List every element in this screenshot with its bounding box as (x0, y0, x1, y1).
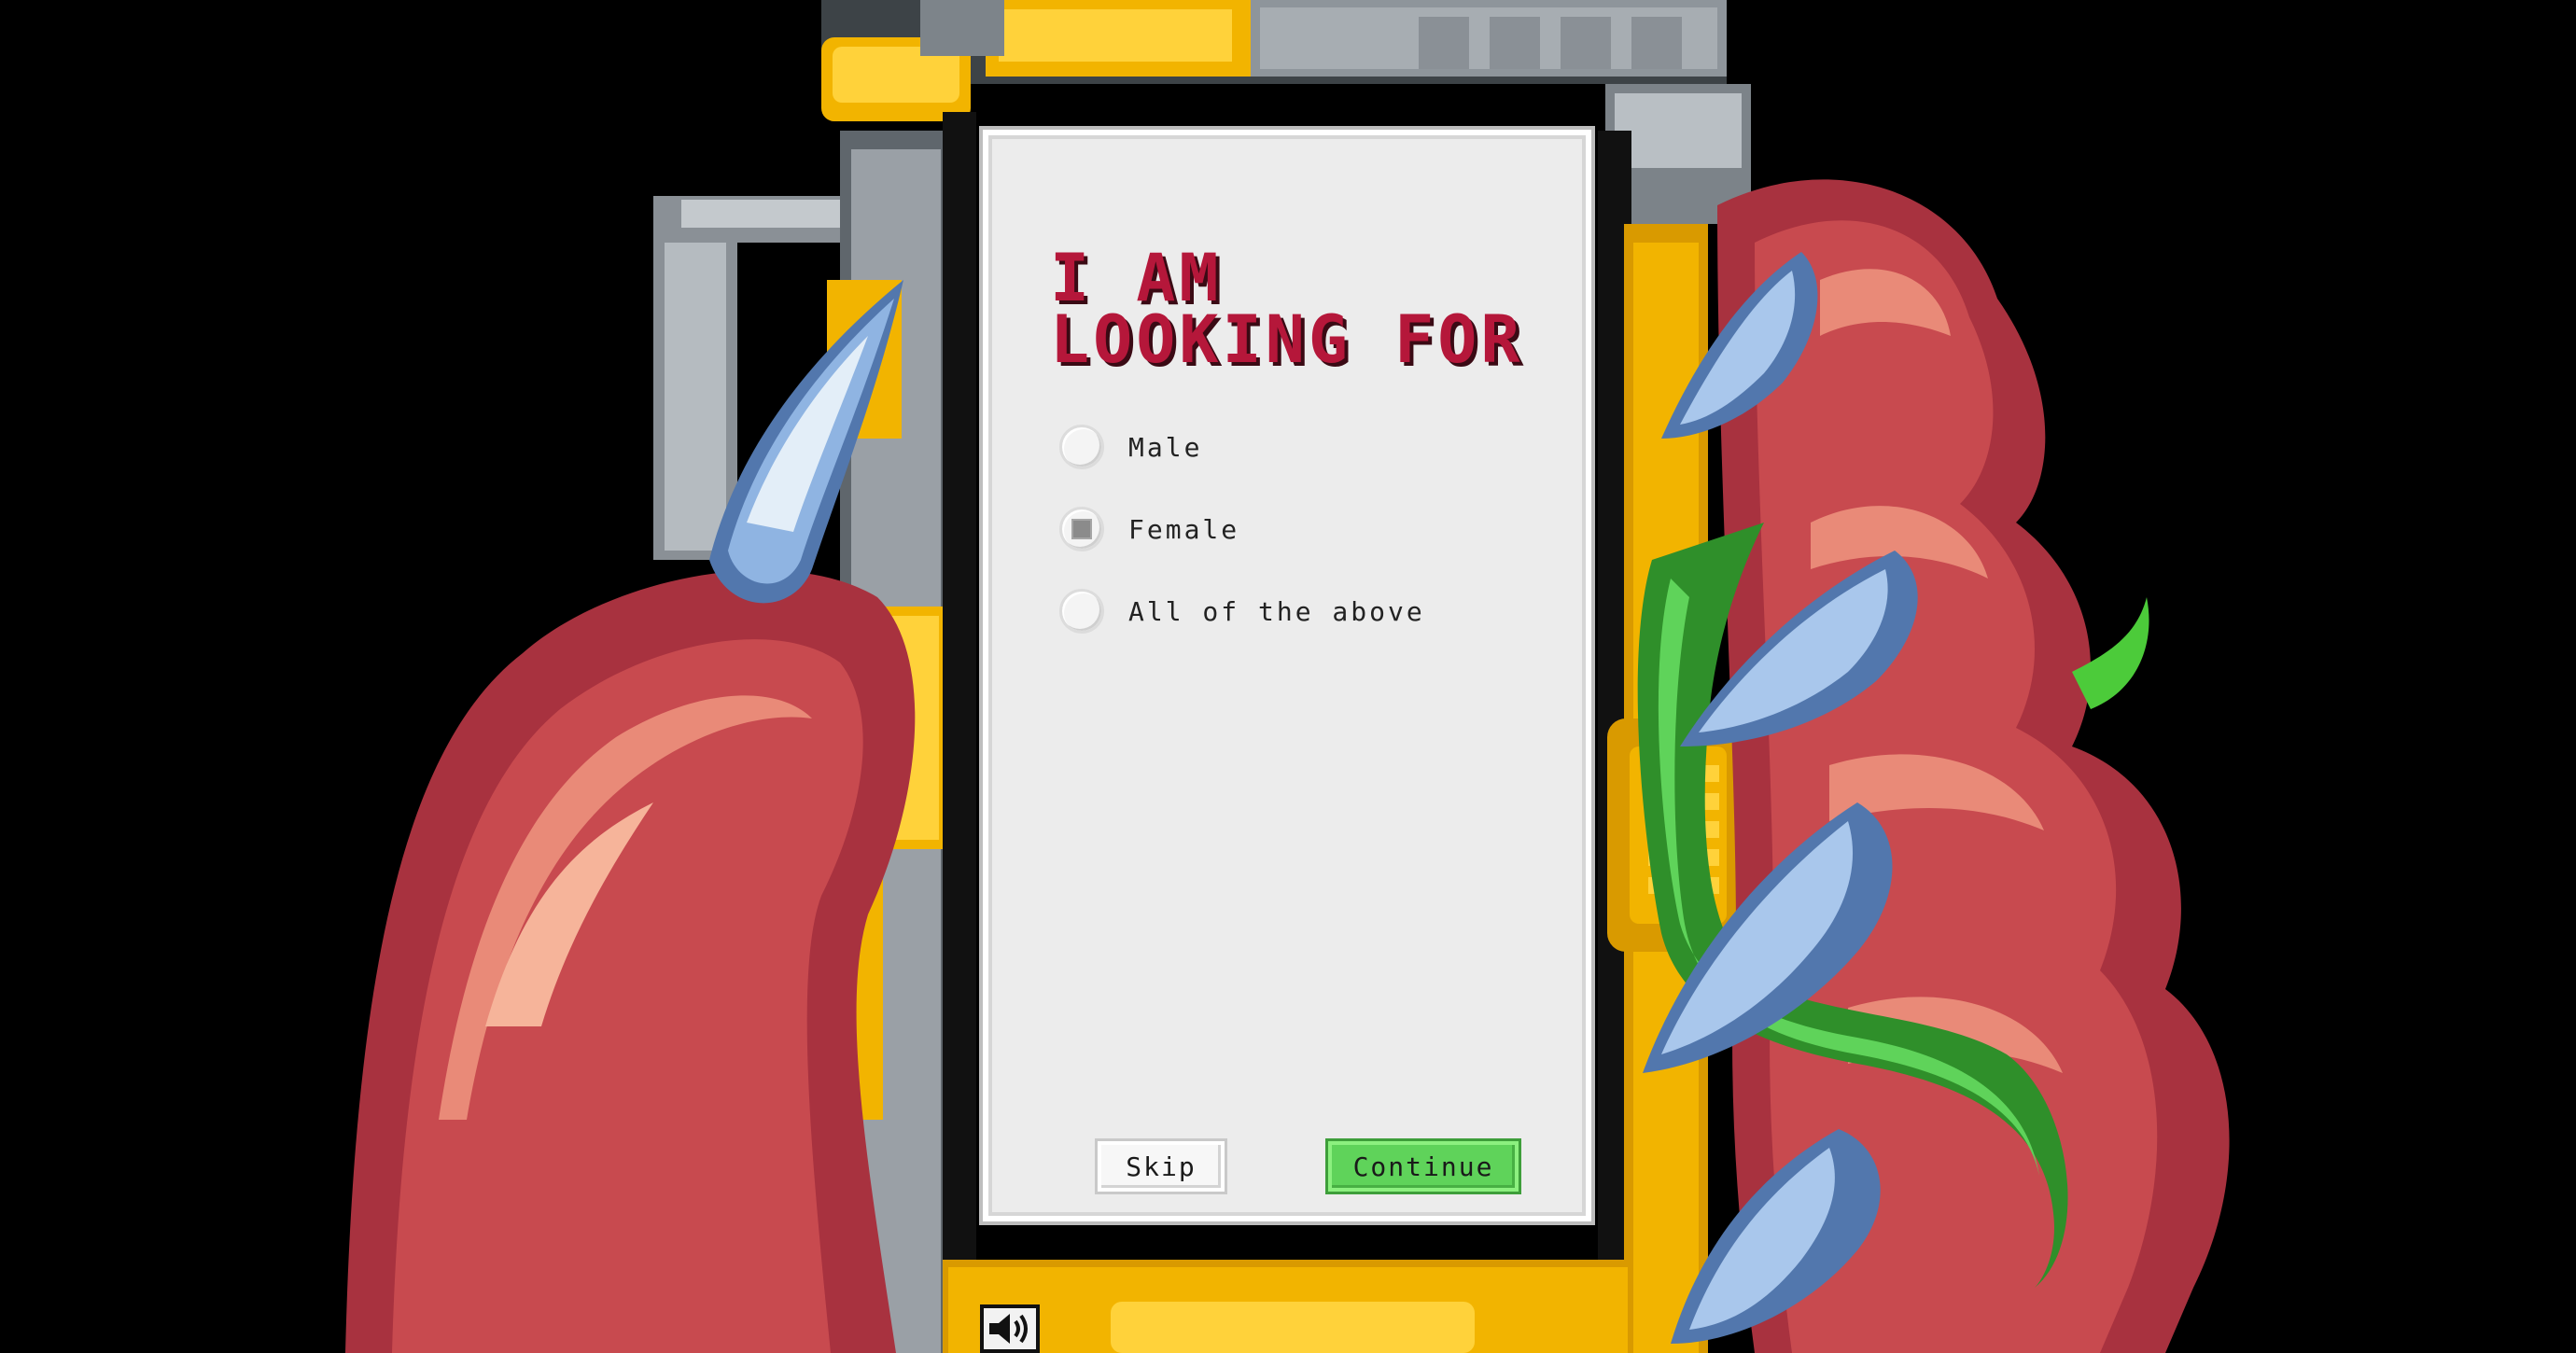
machine-bottom (943, 1260, 1633, 1353)
radio-all[interactable] (1059, 589, 1104, 634)
option-male[interactable]: Male (1059, 419, 1526, 475)
question-panel: I AM LOOKING FOR Male Female All of the … (983, 130, 1591, 1221)
option-label-all: All of the above (1128, 595, 1425, 627)
skip-button[interactable]: Skip (1098, 1141, 1225, 1192)
option-female[interactable]: Female (1059, 501, 1526, 557)
radio-male[interactable] (1059, 425, 1104, 469)
game-screen: I AM LOOKING FOR Male Female All of the … (0, 0, 2576, 1353)
option-label-female: Female (1128, 513, 1240, 545)
question-title: I AM LOOKING FOR (1050, 240, 1524, 378)
option-all[interactable]: All of the above (1059, 583, 1526, 639)
sound-toggle-button[interactable] (980, 1304, 1040, 1353)
option-label-male: Male (1128, 431, 1203, 463)
continue-button[interactable]: Continue (1328, 1141, 1519, 1192)
radio-female[interactable] (1059, 507, 1104, 551)
speaker-icon (989, 1314, 1028, 1344)
left-claw (345, 280, 916, 1353)
